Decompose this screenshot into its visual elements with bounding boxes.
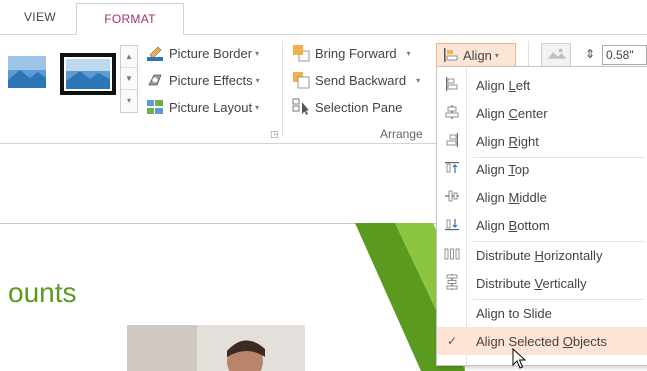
menu-item-align-center[interactable]: Align Center: [437, 99, 647, 127]
height-icon: ⇕: [585, 47, 596, 61]
bring-forward-button[interactable]: Bring Forward ▾: [292, 42, 411, 64]
chevron-down-icon[interactable]: ▼: [121, 68, 137, 90]
crop-button[interactable]: [541, 43, 571, 67]
crop-icon: [547, 48, 567, 59]
chevron-down-icon: ▾: [406, 48, 411, 58]
menu-item-label: Align Middle: [476, 189, 547, 205]
picture-effects-label: Picture Effects: [169, 72, 253, 88]
menu-item-label: Align Right: [476, 133, 539, 149]
chevron-down-icon: ▾: [255, 102, 260, 112]
menu-item-label: Align Bottom: [476, 217, 550, 233]
menu-item-align-top[interactable]: Align Top: [437, 155, 647, 183]
slide-title: ounts: [8, 277, 77, 308]
menu-item-align-selected-objects[interactable]: ✓ Align Selected Objects: [437, 327, 647, 355]
align-button[interactable]: Align ▾: [436, 43, 516, 67]
chevron-down-icon: ▾: [494, 50, 499, 60]
picture-layout-label: Picture Layout: [169, 99, 253, 115]
menu-item-distribute-horizontally[interactable]: Distribute Horizontally: [437, 241, 647, 269]
landscape-icon: [8, 56, 46, 88]
align-bottom-icon: [437, 217, 467, 234]
chevron-down-icon: ▾: [255, 48, 260, 58]
height-field[interactable]: 0.58": [602, 45, 647, 65]
align-icon: [444, 48, 458, 62]
menu-item-label: Align Top: [476, 161, 530, 177]
send-backward-icon: [293, 72, 310, 89]
menu-item-align-to-slide[interactable]: Align to Slide: [437, 299, 647, 327]
chevron-down-icon: ▾: [416, 75, 421, 85]
picture-border-button[interactable]: Picture Border ▾: [146, 42, 259, 64]
chevron-down-icon: ▾: [255, 75, 260, 85]
distribute-vertical-icon: [437, 273, 467, 293]
align-dropdown-menu: Align Left Align Center Align Right Alig…: [436, 66, 647, 366]
menu-item-label: Align Selected Objects: [476, 333, 607, 349]
align-middle-icon: [437, 189, 467, 206]
landscape-icon: [66, 59, 110, 89]
menu-item-label: Align to Slide: [476, 305, 552, 321]
menu-item-align-bottom[interactable]: Align Bottom: [437, 211, 647, 239]
menu-item-label: Align Center: [476, 105, 548, 121]
menu-item-label: Distribute Horizontally: [476, 247, 603, 263]
picture-style-thumbnail-selected[interactable]: [60, 53, 116, 95]
align-top-icon: [437, 161, 467, 178]
picture-effects-button[interactable]: Picture Effects ▾: [146, 69, 260, 91]
pencil-icon: [147, 46, 163, 61]
menu-item-align-middle[interactable]: Align Middle: [437, 183, 647, 211]
tab-view[interactable]: VIEW: [24, 10, 56, 24]
selection-pane-icon: [292, 98, 309, 115]
send-backward-label: Send Backward: [315, 72, 407, 88]
picture-layout-icon: [147, 100, 163, 114]
tab-format[interactable]: FORMAT: [76, 3, 184, 35]
send-backward-button[interactable]: Send Backward ▾: [292, 69, 420, 91]
picture-layout-button[interactable]: Picture Layout ▾: [146, 96, 259, 118]
gallery-scrollbar[interactable]: ▲ ▼ ▾: [120, 45, 138, 113]
menu-item-label: Align Left: [476, 77, 531, 93]
person-photo-icon: [127, 325, 305, 371]
ribbon-tab-strip: VIEW FORMAT: [0, 0, 647, 35]
menu-item-distribute-vertically[interactable]: Distribute Vertically: [437, 269, 647, 297]
arrange-group-label: Arrange: [380, 127, 423, 141]
bring-forward-icon: [293, 45, 310, 62]
align-label: Align: [463, 47, 492, 63]
slide-photo[interactable]: [127, 325, 305, 371]
checkmark-icon: ✓: [446, 334, 458, 348]
menu-item-align-right[interactable]: Align Right: [437, 127, 647, 155]
gallery-more-icon[interactable]: ▾: [121, 90, 137, 112]
align-center-icon: [437, 104, 467, 122]
selection-pane-label: Selection Pane: [315, 99, 403, 115]
align-left-icon: [437, 76, 467, 94]
dialog-launcher-icon[interactable]: ◳: [270, 129, 279, 140]
selection-pane-button[interactable]: Selection Pane: [292, 96, 402, 118]
mouse-cursor-icon: [512, 348, 526, 369]
menu-item-label: Distribute Vertically: [476, 275, 587, 291]
chevron-up-icon[interactable]: ▲: [121, 46, 137, 68]
align-right-icon: [437, 132, 467, 150]
picture-border-label: Picture Border: [169, 45, 253, 61]
menu-item-align-left[interactable]: Align Left: [437, 71, 647, 99]
picture-style-thumbnail[interactable]: [8, 54, 46, 90]
group-separator: [282, 41, 283, 137]
bring-forward-label: Bring Forward: [315, 45, 397, 61]
distribute-horizontal-icon: [437, 247, 467, 264]
picture-effects-icon: [148, 74, 162, 86]
